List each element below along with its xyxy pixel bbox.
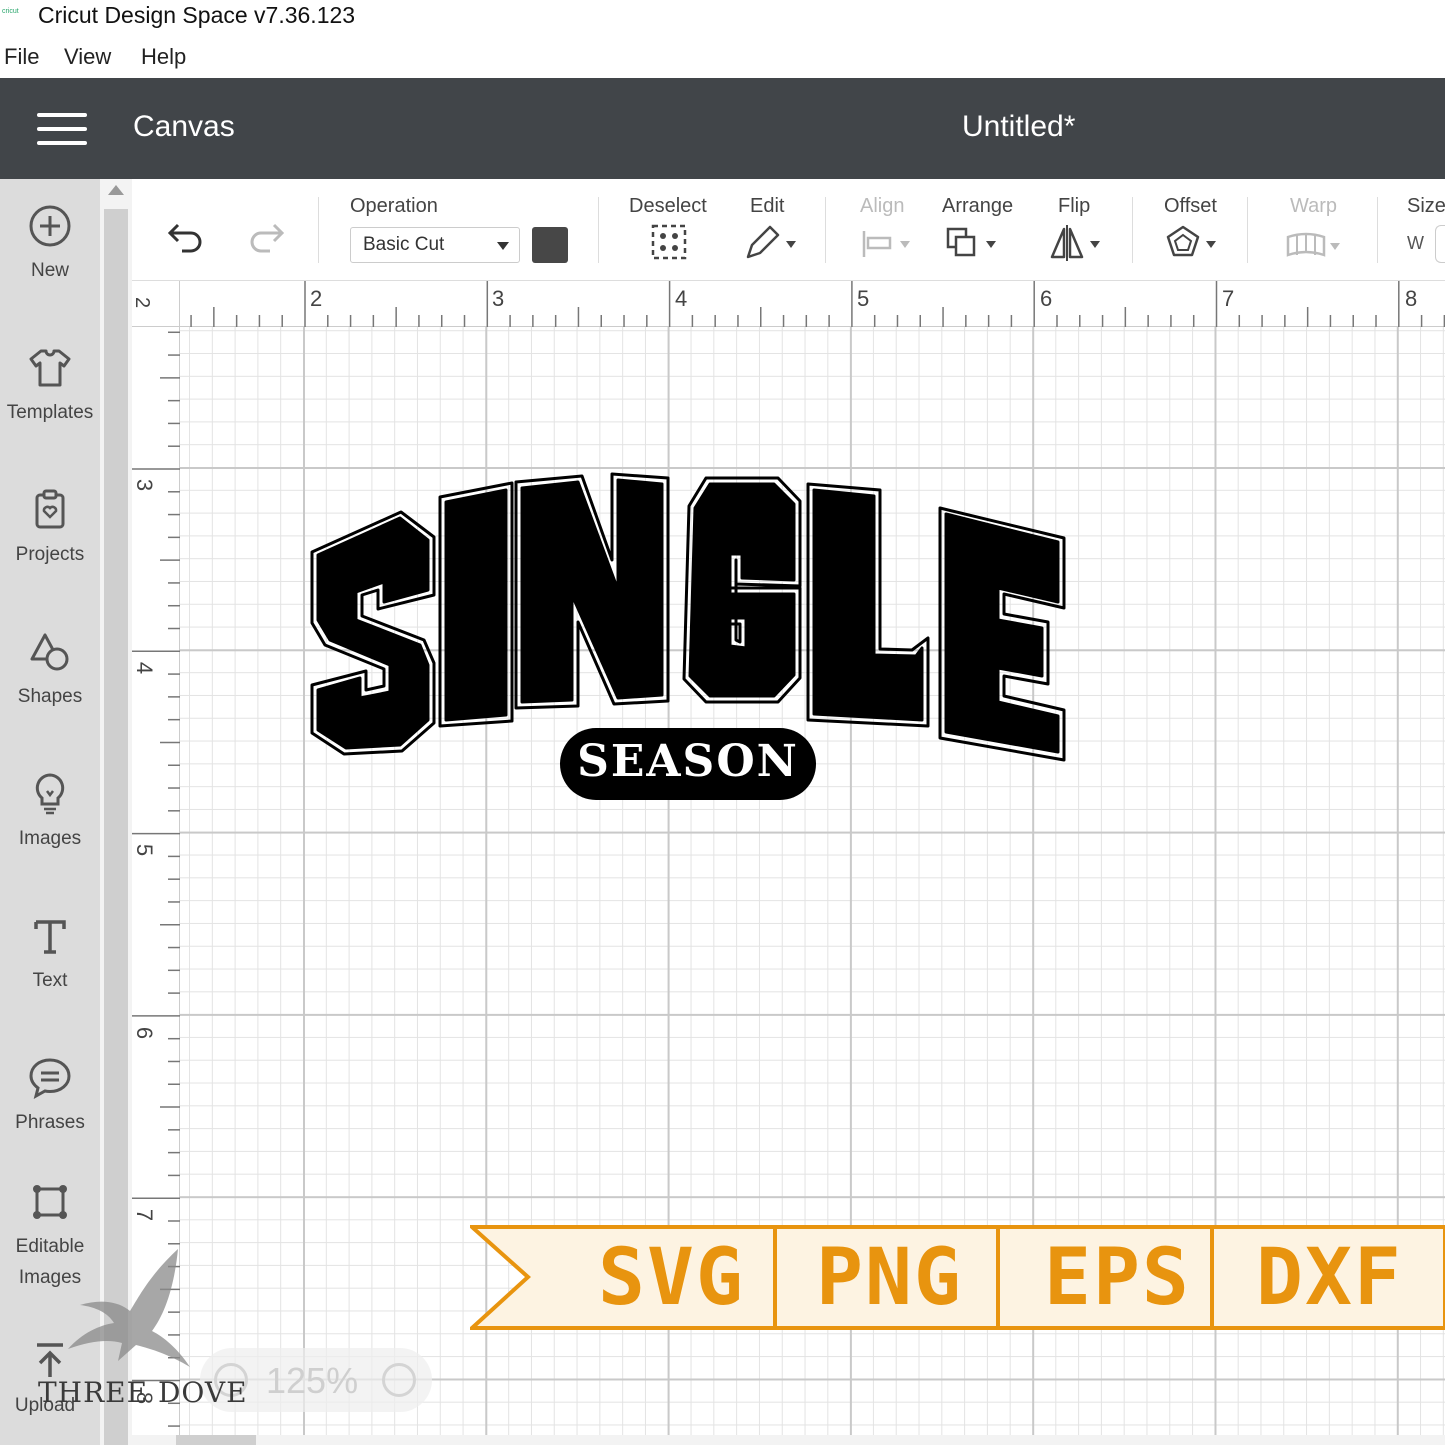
project-icon: [35, 489, 65, 529]
size-width-label: W: [1407, 233, 1424, 253]
menu-bar: File View Help: [0, 40, 1445, 76]
operation-select[interactable]: Basic Cut: [350, 227, 520, 263]
sidebar-item-new[interactable]: New: [0, 203, 100, 287]
zoom-in-icon[interactable]: [382, 1363, 416, 1397]
sidebar-label: Images: [18, 828, 82, 849]
ruler-number: 5: [132, 843, 158, 857]
hamburger-menu-icon[interactable]: [37, 113, 87, 145]
tshirt-icon: [29, 349, 71, 387]
deselect-icon[interactable]: [650, 223, 688, 261]
offset-icon[interactable]: [1164, 223, 1224, 265]
edit-pencil-icon[interactable]: [742, 223, 802, 263]
format-png: PNG: [816, 1233, 963, 1323]
align-label: Align: [860, 195, 905, 217]
sidebar-label: Projects: [15, 544, 85, 565]
window-title: Cricut Design Space v7.36.123: [38, 2, 356, 28]
operation-label: Operation: [350, 195, 438, 217]
ruler-number: 5: [857, 286, 870, 311]
sidebar-label: Phrases: [15, 1112, 85, 1133]
ruler-number: 4: [675, 286, 688, 311]
align-icon[interactable]: [860, 223, 920, 263]
menu-view[interactable]: View: [64, 44, 111, 70]
ruler-number: 7: [1222, 286, 1235, 311]
zoom-value: 125%: [266, 1360, 359, 1401]
sidebar-label: New: [30, 260, 69, 281]
warp-icon[interactable]: [1284, 223, 1344, 265]
dove-logo-icon: [68, 1249, 190, 1367]
document-title[interactable]: Untitled*: [962, 110, 1075, 144]
operation-color-swatch[interactable]: [532, 227, 568, 263]
sidebar-item-text[interactable]: Text: [0, 913, 100, 997]
speech-bubble-icon: [29, 1058, 71, 1099]
horizontal-scrollbar[interactable]: [132, 1435, 1445, 1445]
sidebar-item-projects[interactable]: Projects: [0, 487, 100, 571]
size-width-input[interactable]: [1435, 225, 1445, 263]
warp-label: Warp: [1290, 195, 1338, 217]
undo-icon[interactable]: [166, 215, 210, 259]
format-eps: EPS: [1044, 1233, 1191, 1323]
ruler-number: 7: [132, 1208, 158, 1222]
editable-images-icon: [33, 1185, 67, 1219]
sidebar-item-images[interactable]: Images: [0, 771, 100, 855]
section-title: Canvas: [133, 110, 235, 143]
title-bar: cricut Cricut Design Space v7.36.123: [0, 0, 1445, 34]
ruler-number: 3: [492, 286, 505, 311]
sidebar-item-templates[interactable]: Templates: [0, 345, 100, 429]
format-svg: SVG: [598, 1233, 745, 1323]
deselect-label: Deselect: [629, 195, 707, 217]
redo-icon[interactable]: [242, 215, 286, 259]
size-label: Size: [1407, 195, 1445, 217]
ruler-number: 4: [132, 661, 158, 675]
ruler-number: 6: [132, 1026, 158, 1040]
flip-icon[interactable]: [1048, 223, 1108, 263]
text-icon: [34, 920, 66, 954]
offset-label: Offset: [1164, 195, 1217, 217]
flip-label: Flip: [1058, 195, 1091, 217]
app-logo-icon: cricut: [2, 8, 19, 15]
ruler-number: 3: [132, 478, 158, 492]
scroll-thumb[interactable]: [176, 1435, 256, 1445]
menu-help[interactable]: Help: [141, 44, 186, 70]
arrange-icon[interactable]: [944, 223, 1004, 263]
season-text: SEASON: [577, 736, 799, 787]
ruler-corner: 2: [131, 281, 180, 327]
app-header: Canvas Untitled*: [0, 78, 1445, 179]
shapes-icon: [30, 633, 69, 671]
arrange-label: Arrange: [942, 195, 1014, 217]
format-dxf: DXF: [1256, 1233, 1403, 1323]
ruler-ticks: [190, 281, 1445, 327]
sidebar-item-phrases[interactable]: Phrases: [0, 1055, 100, 1139]
file-formats-banner: SVG PNG EPS DXF: [470, 1225, 1445, 1330]
watermark-text: THREE DOVE: [38, 1376, 248, 1409]
ruler-number: 6: [1040, 286, 1053, 311]
operation-value: Basic Cut: [363, 234, 445, 255]
sidebar-item-shapes[interactable]: Shapes: [0, 629, 100, 713]
edit-toolbar: Operation Basic Cut Deselect Edit Align …: [132, 179, 1445, 281]
edit-label: Edit: [750, 195, 785, 217]
plus-circle-icon: [29, 205, 71, 247]
app-window: cricut Cricut Design Space v7.36.123 Fil…: [0, 0, 1445, 1445]
ruler-number: 8: [1405, 286, 1418, 311]
sidebar-label: Text: [32, 970, 68, 991]
chevron-down-icon: [497, 242, 509, 250]
ruler-number: 2: [131, 296, 154, 309]
sidebar-label: Shapes: [17, 686, 83, 707]
sidebar-label: Templates: [6, 402, 94, 423]
lightbulb-icon: [35, 773, 65, 815]
season-pill[interactable]: SEASON: [560, 728, 816, 800]
scroll-up-icon[interactable]: [108, 185, 124, 195]
ruler-number: 2: [310, 286, 323, 311]
top-ruler: [132, 281, 1445, 327]
menu-file[interactable]: File: [4, 44, 39, 70]
